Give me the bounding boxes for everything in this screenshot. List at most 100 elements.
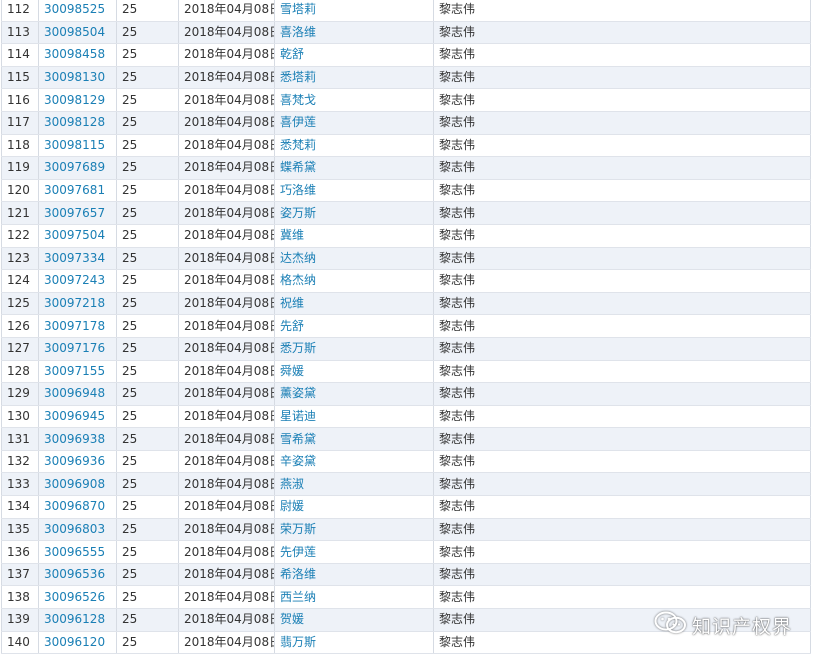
registration-number-link[interactable]: 30098504 xyxy=(44,25,105,39)
class-cell: 25 xyxy=(122,250,138,265)
trademark-name-cell: 喜洛维 xyxy=(274,21,434,45)
class-cell: 25 xyxy=(122,612,138,627)
trademark-name-link[interactable]: 燕淑 xyxy=(280,477,304,491)
registration-number-link[interactable]: 30096526 xyxy=(44,590,105,604)
application-date-cell: 2018年04月08日 xyxy=(184,183,275,198)
registration-number-link[interactable]: 30097334 xyxy=(44,251,105,265)
registration-number-link[interactable]: 30096908 xyxy=(44,477,105,491)
registration-number-cell: 30096870 xyxy=(38,495,117,519)
class-cell: 25 xyxy=(122,137,138,152)
registration-number-link[interactable]: 30098128 xyxy=(44,115,105,129)
registration-number-link[interactable]: 30096870 xyxy=(44,499,105,513)
trademark-name-link[interactable]: 喜伊莲 xyxy=(280,115,316,129)
row-index-cell: 118 xyxy=(7,137,30,152)
registration-number-link[interactable]: 30097504 xyxy=(44,228,105,242)
registration-number-link[interactable]: 30097178 xyxy=(44,319,105,333)
trademark-name-link[interactable]: 乾舒 xyxy=(280,47,304,61)
applicant-cell: 黎志伟 xyxy=(439,612,476,627)
registration-number-link[interactable]: 30096948 xyxy=(44,386,105,400)
trademark-name-link[interactable]: 姿万斯 xyxy=(280,206,316,220)
trademark-name-link[interactable]: 辛姿黛 xyxy=(280,454,316,468)
registration-number-link[interactable]: 30097243 xyxy=(44,273,105,287)
registration-number-link[interactable]: 30098525 xyxy=(44,2,105,16)
class-cell: 25 xyxy=(116,382,179,406)
registration-number-link[interactable]: 30096536 xyxy=(44,567,105,581)
applicant-cell: 黎志伟 xyxy=(433,472,811,497)
registration-number-cell: 30098115 xyxy=(38,134,117,158)
trademark-name-link[interactable]: 悉万斯 xyxy=(280,341,316,355)
registration-number-link[interactable]: 30096936 xyxy=(44,454,105,468)
trademark-name-link[interactable]: 荣万斯 xyxy=(280,522,316,536)
registration-number-link[interactable]: 30098115 xyxy=(44,138,105,152)
application-date-cell: 2018年04月08日 xyxy=(184,318,275,333)
registration-number-link[interactable]: 30097155 xyxy=(44,364,105,378)
applicant-cell: 黎志伟 xyxy=(433,495,811,519)
row-index-cell: 130 xyxy=(1,405,39,429)
trademark-name-link[interactable]: 喜洛维 xyxy=(280,25,316,39)
trademark-name-link[interactable]: 喜梵戈 xyxy=(280,93,316,107)
trademark-name-link[interactable]: 祝维 xyxy=(280,296,304,310)
application-date-cell: 2018年04月08日 xyxy=(184,273,275,288)
trademark-name-link[interactable]: 冀维 xyxy=(280,228,304,242)
application-date-cell: 2018年04月08日 xyxy=(184,160,275,175)
table-row: 124 30097243 25 2018年04月08日 格杰纳 黎志伟 xyxy=(1,269,811,293)
trademark-name-cell: 贺媛 xyxy=(274,608,434,632)
registration-number-cell: 30096555 xyxy=(38,540,117,564)
row-index-cell: 134 xyxy=(7,499,30,514)
trademark-name-link[interactable]: 格杰纳 xyxy=(280,273,316,287)
trademark-name-link[interactable]: 希洛维 xyxy=(280,567,316,581)
class-cell: 25 xyxy=(116,66,179,90)
trademark-name-cell: 冀维 xyxy=(274,224,434,248)
class-cell: 25 xyxy=(122,408,138,423)
application-date-cell: 2018年04月08日 xyxy=(178,540,275,564)
registration-number-cell: 30096945 xyxy=(38,405,117,429)
application-date-cell: 2018年04月08日 xyxy=(178,179,275,203)
applicant-cell: 黎志伟 xyxy=(439,250,476,265)
trademark-name-link[interactable]: 西兰纳 xyxy=(280,590,316,604)
registration-number-link[interactable]: 30098458 xyxy=(44,47,105,61)
trademark-name-link[interactable]: 舜媛 xyxy=(280,364,304,378)
registration-number-cell: 30097176 xyxy=(38,337,117,361)
trademark-name-link[interactable]: 尉媛 xyxy=(280,499,304,513)
registration-number-link[interactable]: 30097681 xyxy=(44,183,105,197)
registration-number-link[interactable]: 30096120 xyxy=(44,635,105,649)
application-date-cell: 2018年04月08日 xyxy=(184,137,275,152)
trademark-name-link[interactable]: 巧洛维 xyxy=(280,183,316,197)
row-index-cell: 117 xyxy=(1,111,39,135)
table-row: 129 30096948 25 2018年04月08日 薰姿黛 黎志伟 xyxy=(1,382,811,406)
registration-number-cell: 30098130 xyxy=(38,66,117,90)
registration-number-link[interactable]: 30098129 xyxy=(44,93,105,107)
registration-number-link[interactable]: 30096555 xyxy=(44,545,105,559)
registration-number-link[interactable]: 30097657 xyxy=(44,206,105,220)
trademark-name-link[interactable]: 蝶希黛 xyxy=(280,160,316,174)
trademark-name-link[interactable]: 雪塔莉 xyxy=(280,2,316,16)
applicant-cell: 黎志伟 xyxy=(433,337,811,361)
registration-number-link[interactable]: 30096945 xyxy=(44,409,105,423)
trademark-name-link[interactable]: 雪希黛 xyxy=(280,432,316,446)
applicant-cell: 黎志伟 xyxy=(439,341,476,356)
class-cell: 25 xyxy=(122,544,138,559)
registration-number-link[interactable]: 30098130 xyxy=(44,70,105,84)
trademark-name-link[interactable]: 贺媛 xyxy=(280,612,304,626)
class-cell: 25 xyxy=(116,540,179,564)
trademark-name-link[interactable]: 悉塔莉 xyxy=(280,70,316,84)
trademark-name-link[interactable]: 星诺迪 xyxy=(280,409,316,423)
trademark-name-link[interactable]: 薰姿黛 xyxy=(280,386,316,400)
trademark-name-cell: 荣万斯 xyxy=(274,518,434,542)
trademark-name-link[interactable]: 翡万斯 xyxy=(280,635,316,649)
trademark-name-link[interactable]: 先舒 xyxy=(280,319,304,333)
application-date-cell: 2018年04月08日 xyxy=(178,156,275,180)
trademark-name-link[interactable]: 达杰纳 xyxy=(280,251,316,265)
registration-number-link[interactable]: 30096803 xyxy=(44,522,105,536)
registration-number-link[interactable]: 30097218 xyxy=(44,296,105,310)
registration-number-link[interactable]: 30097689 xyxy=(44,160,105,174)
results-table-body: 112 30098525 25 2018年04月08日 雪塔莉 黎志伟 113 3009850… xyxy=(1,0,811,655)
registration-number-link[interactable]: 30097176 xyxy=(44,341,105,355)
table-row: 112 30098525 25 2018年04月08日 雪塔莉 黎志伟 xyxy=(1,0,811,22)
trademark-name-cell: 尉媛 xyxy=(274,495,434,519)
registration-number-link[interactable]: 30096938 xyxy=(44,432,105,446)
trademark-name-link[interactable]: 先伊莲 xyxy=(280,545,316,559)
registration-number-cell: 30096120 xyxy=(38,631,117,655)
trademark-name-link[interactable]: 悉梵莉 xyxy=(280,138,316,152)
registration-number-link[interactable]: 30096128 xyxy=(44,612,105,626)
